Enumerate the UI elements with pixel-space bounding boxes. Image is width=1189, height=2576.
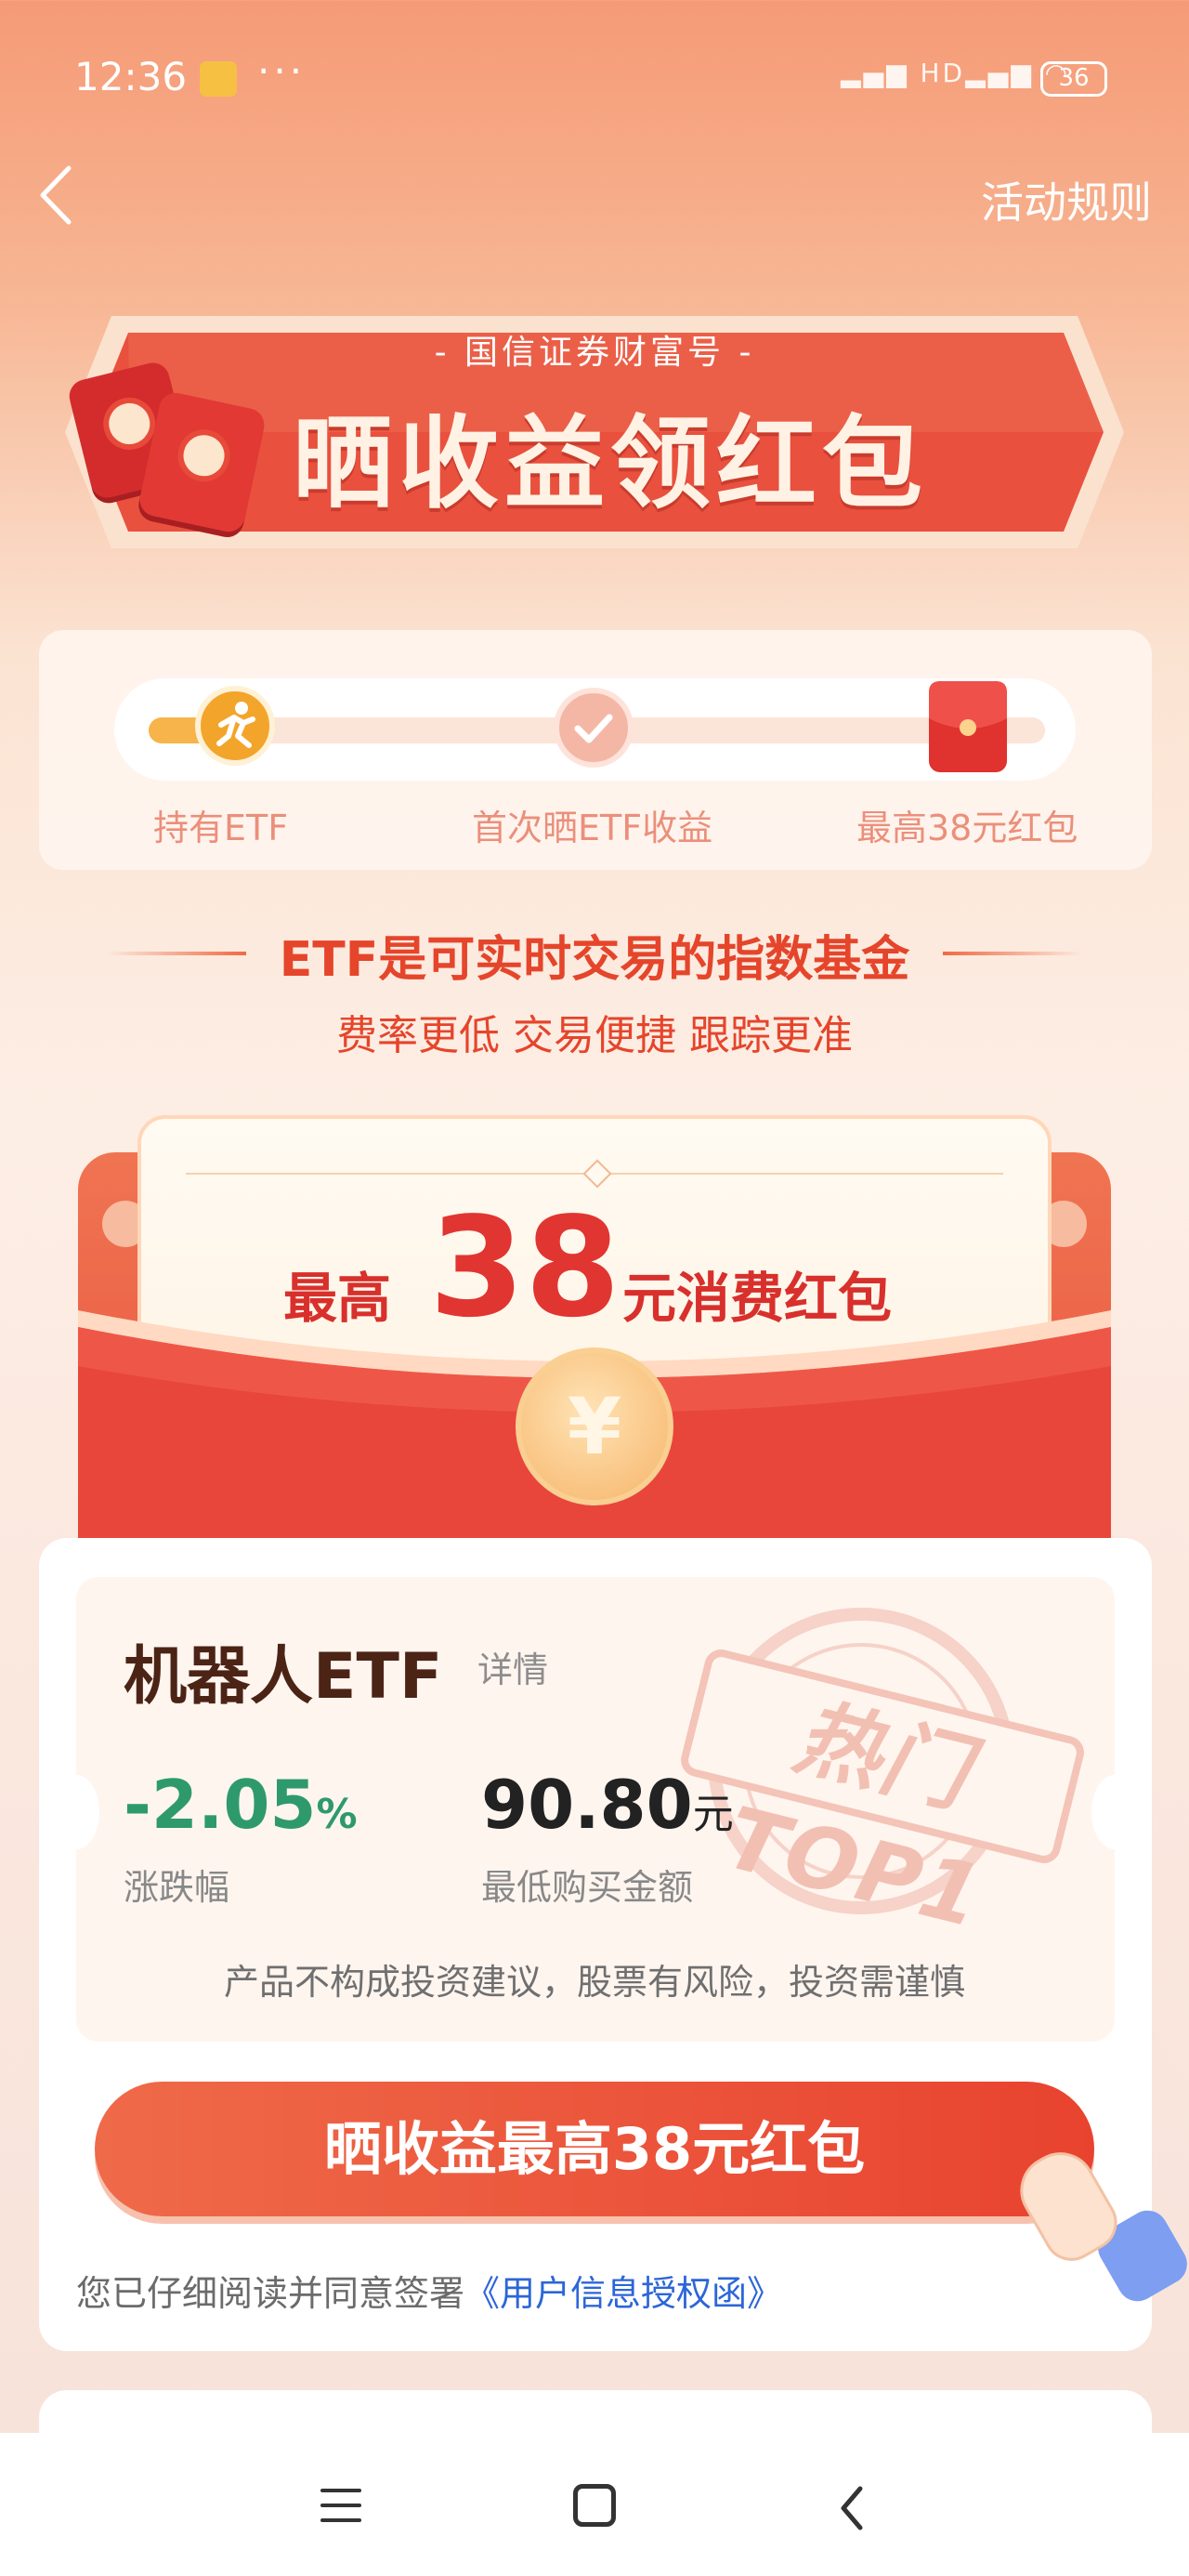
step-label-reward: 最高38元红包 bbox=[856, 808, 1078, 848]
activity-rules-link[interactable]: 活动规则 bbox=[981, 169, 1152, 230]
battery-icon: 36 bbox=[1040, 61, 1107, 97]
status-bar: 12:36 ··· ▂▄▆ HD▂▄▆ ◠ 36 bbox=[0, 46, 1189, 112]
back-icon[interactable] bbox=[834, 2483, 871, 2533]
notification-icon bbox=[200, 61, 237, 97]
ticket-notch bbox=[1091, 1775, 1138, 1849]
product-name[interactable]: 机器人ETF bbox=[124, 1624, 442, 1716]
runner-icon bbox=[195, 686, 275, 766]
risk-disclaimer: 产品不构成投资建议，股票有风险，投资需谨慎 bbox=[223, 1962, 965, 2003]
price-unit: 元 bbox=[692, 1791, 734, 1838]
price-number: 90.80 bbox=[481, 1766, 693, 1844]
step-label-share: 首次晒ETF收益 bbox=[472, 808, 713, 848]
home-icon[interactable] bbox=[573, 2484, 616, 2527]
signal-icon: ▂▄▆ HD▂▄▆ ◠ bbox=[841, 58, 1071, 88]
banner-title: 晒收益领红包 bbox=[293, 406, 929, 522]
red-envelope-icon bbox=[929, 681, 1007, 772]
min-purchase-label: 最低购买金额 bbox=[481, 1867, 694, 1908]
ticket-notch bbox=[53, 1775, 99, 1849]
check-icon bbox=[554, 688, 634, 768]
min-purchase-value: 90.80元 bbox=[481, 1766, 734, 1844]
step-label-hold: 持有ETF bbox=[153, 808, 289, 848]
status-time: 12:36 bbox=[74, 54, 188, 99]
share-earnings-button[interactable]: 晒收益最高38元红包 bbox=[95, 2082, 1094, 2216]
etf-features: 费率更低 交易便捷 跟踪更准 bbox=[336, 1012, 853, 1059]
back-arrow-icon[interactable] bbox=[37, 163, 74, 228]
product-detail-link[interactable]: 详情 bbox=[477, 1641, 548, 1692]
menu-icon[interactable] bbox=[320, 2489, 361, 2533]
etf-slogan: ETF是可实时交易的指数基金 bbox=[279, 932, 910, 988]
agreement-prefix: 您已仔细阅读并同意签署 bbox=[76, 2273, 465, 2314]
change-unit: % bbox=[316, 1791, 358, 1838]
banner-subtitle: - 国信证券财富号 - bbox=[434, 334, 755, 372]
hd-label: HD bbox=[920, 58, 966, 88]
agreement-text: 您已仔细阅读并同意签署《用户信息授权函》 bbox=[76, 2265, 782, 2316]
change-label: 涨跌幅 bbox=[124, 1867, 230, 1908]
authorization-letter-link[interactable]: 《用户信息授权函》 bbox=[464, 2273, 782, 2314]
change-value: -2.05% bbox=[124, 1766, 358, 1844]
change-number: -2.05 bbox=[124, 1766, 317, 1844]
more-notifications-icon: ··· bbox=[257, 48, 307, 94]
yuan-coin-icon: ¥ bbox=[516, 1347, 673, 1505]
